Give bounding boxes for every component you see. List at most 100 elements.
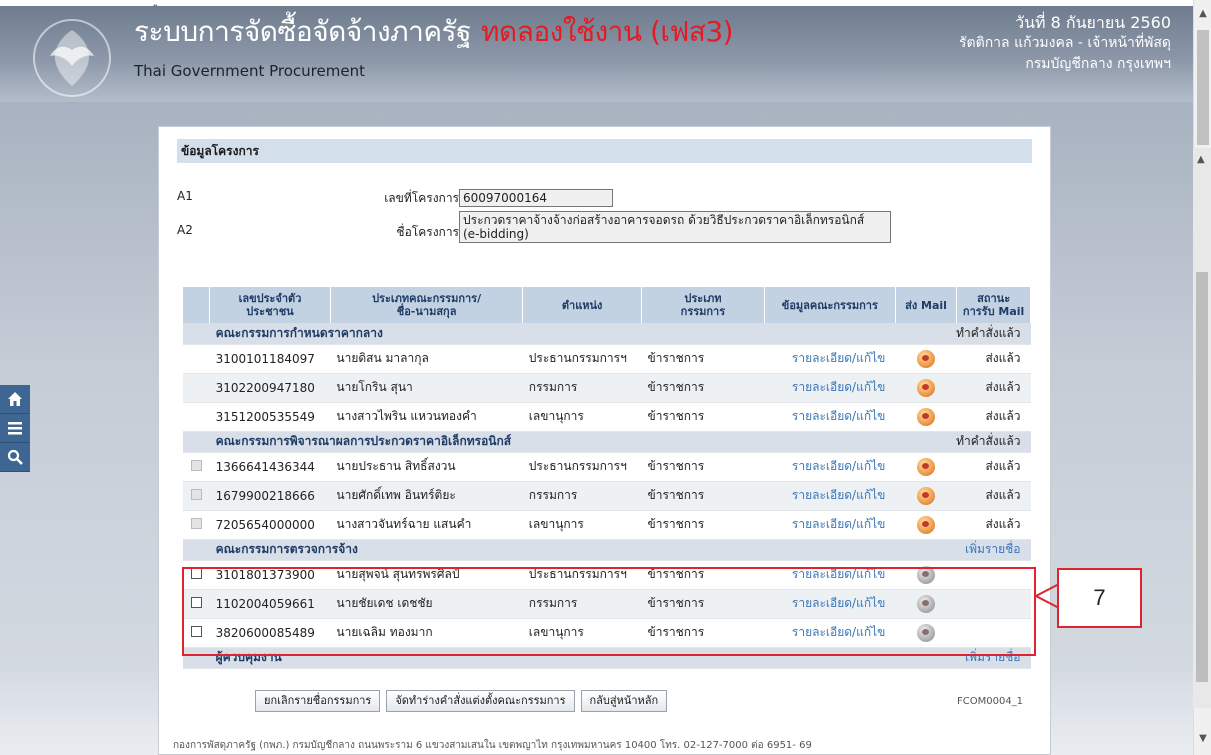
mail-status: ส่งแล้ว — [956, 510, 1031, 540]
mail-status — [956, 618, 1031, 648]
member-type: ข้าราชการ — [641, 481, 765, 511]
content-scroll-up-icon[interactable]: ▲ — [1197, 154, 1205, 165]
project-number-field[interactable]: 60097000164 — [459, 189, 613, 207]
header-date: วันที่ 8 กันยายน 2560 — [1015, 13, 1171, 32]
member-name: นายโกริน สุนา — [330, 373, 523, 403]
table-row: 3820600085489 นายเฉลิม ทองมาก เลขานุการ … — [183, 618, 1031, 648]
row-code: A1 — [177, 189, 193, 203]
member-checkbox[interactable] — [190, 596, 202, 608]
member-type: ข้าราชการ — [641, 402, 765, 432]
scroll-down-icon[interactable]: ▼ — [1198, 733, 1208, 744]
project-name-field[interactable]: ประกวดราคาจ้างจ้างก่อสร้างอาคารจอดรถ ด้ว… — [459, 211, 891, 243]
member-id: 1102004059661 — [209, 589, 331, 619]
table-row: 3101801373900 นายสุพจน์ สุนทรพรศิลป์ ประ… — [183, 560, 1031, 590]
project-number-row: A1 เลขที่โครงการ 60097000164 — [159, 189, 1039, 209]
comptroller-logo-icon — [33, 19, 111, 97]
member-id: 3101801373900 — [209, 560, 331, 590]
step-callout: 7 — [1057, 568, 1142, 628]
table-row: 3100101184097 นายดิสน มาลากุล ประธานกรรม… — [183, 344, 1031, 374]
send-mail-icon[interactable] — [917, 378, 936, 397]
detail-edit-link[interactable]: รายละเอียด/แก้ไข — [764, 560, 896, 590]
member-checkbox[interactable] — [190, 625, 202, 637]
send-mail-icon[interactable] — [917, 565, 936, 584]
table-header-row: เลขประจำตัว ประชาชน ประเภทคณะกรรมการ/ชื่อ… — [183, 287, 1031, 323]
member-position: เลขานุการ — [522, 402, 642, 432]
detail-edit-link[interactable]: รายละเอียด/แก้ไข — [764, 481, 896, 511]
scrollbar-thumb[interactable] — [1197, 30, 1209, 145]
action-buttons: ยกเลิกรายชื่อกรรมการ จัดทำร่างคำสั่งแต่ง… — [255, 690, 668, 712]
send-mail-icon[interactable] — [917, 594, 936, 613]
send-mail-icon[interactable] — [917, 457, 936, 476]
cancel-committee-button[interactable]: ยกเลิกรายชื่อกรรมการ — [255, 690, 381, 712]
search-button[interactable] — [0, 443, 30, 472]
project-section-title: ข้อมูลโครงการ — [177, 139, 1032, 163]
mail-status: ส่งแล้ว — [956, 402, 1031, 432]
project-name-label: ชื่อโครงการ — [396, 225, 459, 239]
member-name: นายศักดิ์เทพ อินทร์ติยะ — [330, 481, 523, 511]
member-name: นายชัยเดช เดชชัย — [330, 589, 523, 619]
scroll-up-icon[interactable]: ▲ — [1198, 8, 1208, 19]
detail-edit-link[interactable]: รายละเอียด/แก้ไข — [764, 452, 896, 482]
mail-status: ส่งแล้ว — [956, 344, 1031, 374]
group-row: คณะกรรมการตรวจการจ้าง เพิ่มรายชื่อ — [183, 539, 1031, 561]
mail-status: ส่งแล้ว — [956, 373, 1031, 403]
member-checkbox[interactable] — [190, 459, 202, 471]
send-mail-icon[interactable] — [917, 486, 936, 505]
home-button[interactable] — [0, 385, 30, 414]
table-row: 1366641436344 นายประธาน สิทธิ์สงวน ประธา… — [183, 452, 1031, 482]
app-header: ระบบการจัดซื้อจัดจ้างภาครัฐ ทดลองใช้งาน (… — [0, 6, 1193, 102]
member-name: นางสาวไพริน แหวนทองคำ — [330, 402, 523, 432]
member-position: ประธานกรรมการฯ — [522, 344, 642, 374]
member-name: นายดิสน มาลากุล — [330, 344, 523, 374]
detail-edit-link[interactable]: รายละเอียด/แก้ไข — [764, 373, 896, 403]
row-code: A2 — [177, 223, 193, 237]
header-send-mail: ส่ง Mail — [895, 287, 958, 323]
member-checkbox[interactable] — [190, 488, 202, 500]
add-member-link[interactable]: เพิ่มรายชื่อ — [895, 647, 1031, 669]
trial-label: ทดลองใช้งาน (เฟส3) — [481, 15, 734, 48]
project-name-line2: (e-bidding) — [463, 227, 529, 241]
content-scrollbar-thumb[interactable] — [1196, 272, 1208, 682]
mail-status: ส่งแล้ว — [956, 452, 1031, 482]
header-type-name: ประเภทคณะกรรมการ/ชื่อ-นามสกุล — [330, 287, 524, 323]
menu-button[interactable] — [0, 414, 30, 443]
detail-edit-link[interactable]: รายละเอียด/แก้ไข — [764, 510, 896, 540]
form-code: FCOM0004_1 — [957, 696, 1024, 707]
member-checkbox[interactable] — [190, 517, 202, 529]
member-type: ข้าราชการ — [641, 589, 765, 619]
mail-status — [956, 589, 1031, 619]
table-row: 1679900218666 นายศักดิ์เทพ อินทร์ติยะ กร… — [183, 481, 1031, 511]
detail-edit-link[interactable]: รายละเอียด/แก้ไข — [764, 589, 896, 619]
member-name: นายสุพจน์ สุนทรพรศิลป์ — [330, 560, 523, 590]
footer-address: กองการพัสดุภาครัฐ (กพภ.) กรมบัญชีกลาง ถน… — [173, 740, 812, 751]
app-title: ระบบการจัดซื้อจัดจ้างภาครัฐ ทดลองใช้งาน (… — [134, 10, 734, 54]
content-scrollbar[interactable]: ▲ — [1193, 148, 1211, 708]
member-position: ประธานกรรมการฯ — [522, 452, 642, 482]
member-position: ประธานกรรมการฯ — [522, 560, 642, 590]
group-name: คณะกรรมการพิจารณาผลการประกวดราคาอิเล็กทร… — [209, 431, 896, 453]
send-mail-icon[interactable] — [917, 515, 936, 534]
member-position: เลขานุการ — [522, 618, 642, 648]
table-row: 3151200535549 นางสาวไพริน แหวนทองคำ เลขา… — [183, 402, 1031, 432]
header-position: ตำแหน่ง — [522, 287, 643, 323]
send-mail-icon[interactable] — [917, 623, 936, 642]
back-home-button[interactable]: กลับสู่หน้าหลัก — [580, 690, 668, 712]
member-checkbox[interactable] — [190, 567, 202, 579]
detail-edit-link[interactable]: รายละเอียด/แก้ไข — [764, 344, 896, 374]
table-row: 3102200947180 นายโกริน สุนา กรรมการ ข้าร… — [183, 373, 1031, 403]
member-type: ข้าราชการ — [641, 618, 765, 648]
project-name-line1: ประกวดราคาจ้างจ้างก่อสร้างอาคารจอดรถ ด้ว… — [463, 213, 865, 227]
send-mail-icon[interactable] — [917, 407, 936, 426]
member-id: 3151200535549 — [209, 402, 331, 432]
send-mail-icon[interactable] — [917, 349, 936, 368]
group-status: ทำคำสั่งแล้ว — [895, 323, 1031, 345]
user-info: วันที่ 8 กันยายน 2560 รัตติกาล แก้วมงคล … — [959, 12, 1171, 75]
member-name: นายเฉลิม ทองมาก — [330, 618, 523, 648]
add-member-link[interactable]: เพิ่มรายชื่อ — [895, 539, 1031, 561]
detail-edit-link[interactable]: รายละเอียด/แก้ไข — [764, 402, 896, 432]
member-type: ข้าราชการ — [641, 510, 765, 540]
detail-edit-link[interactable]: รายละเอียด/แก้ไข — [764, 618, 896, 648]
draft-order-button[interactable]: จัดทำร่างคำสั่งแต่งตั้งคณะกรรมการ — [386, 690, 575, 712]
table-row: 7205654000000 นางสาวจันทร์ฉาย แสนคำ เลขา… — [183, 510, 1031, 540]
group-row: ผู้ควบคุมงาน เพิ่มรายชื่อ — [183, 647, 1031, 669]
